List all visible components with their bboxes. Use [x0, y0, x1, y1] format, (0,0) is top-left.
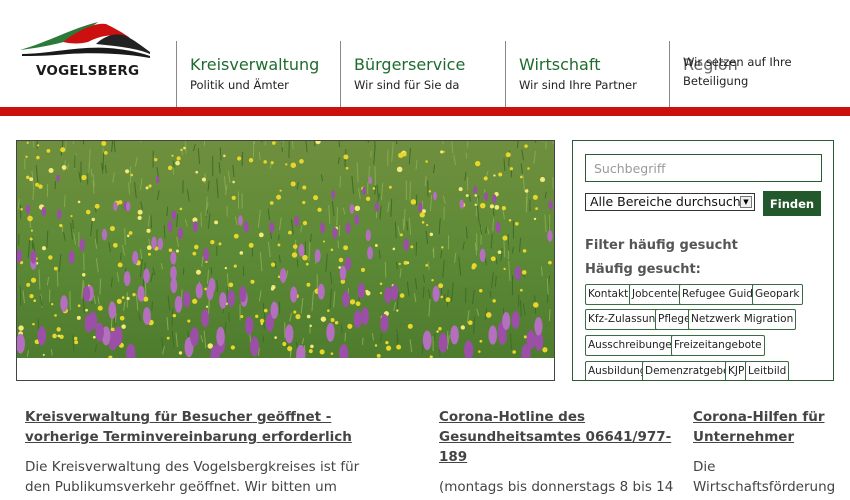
header-divider-bar — [0, 107, 850, 116]
search-panel: Alle Bereiche durchsuche ▼ Finden Filter… — [572, 140, 834, 381]
vogelsberg-logo[interactable]: VOGELSBERG — [18, 20, 153, 82]
nav-subtitle: Wir sind für Sie da — [354, 78, 460, 92]
find-button[interactable]: Finden — [763, 191, 821, 216]
tag-geopark[interactable]: Geopark — [752, 284, 803, 305]
news-item: Corona-Hotline des Gesundheitsamtes 0664… — [439, 407, 674, 500]
tag-demenzratgeber[interactable]: Demenzratgeber — [642, 361, 737, 380]
news-body: (montags bis donnerstags 8 bis 14 Uhr, f… — [439, 479, 674, 500]
nav-item-buergerservice[interactable]: Bürgerservice Wir sind für Sie da — [340, 41, 505, 107]
tag-refugee-guide[interactable]: Refugee Guide — [679, 284, 763, 305]
tag-freizeitangebote[interactable]: Freizeitangebote — [671, 335, 765, 356]
nav-item-kreisverwaltung[interactable]: Kreisverwaltung Politik und Ämter — [176, 41, 340, 107]
tag-leitbild[interactable]: Leitbild — [745, 361, 790, 380]
news-body: Die Wirtschaftsförderung — [693, 459, 836, 495]
nav-subtitle: Wir sind Ihre Partner — [519, 78, 637, 92]
tag-kontakt[interactable]: Kontakt — [585, 284, 632, 305]
site-header: VOGELSBERG Kreisverwaltung Politik und Ä… — [0, 0, 850, 108]
nav-title: Bürgerservice — [354, 55, 466, 74]
nav-item-region[interactable]: Region Wir setzen auf Ihre Beteiligung — [669, 41, 819, 107]
search-area-select[interactable]: Alle Bereiche durchsuche ▼ — [585, 193, 755, 211]
nav-subtitle: Politik und Ämter — [190, 78, 289, 92]
tag-netzwerk-migration[interactable]: Netzwerk Migration — [688, 309, 797, 330]
news-title-link[interactable]: Kreisverwaltung für Besucher geöffnet - … — [25, 407, 365, 447]
tag-kjp[interactable]: KJP — [725, 361, 748, 380]
frequent-heading: Häufig gesucht: — [585, 262, 701, 277]
news-item: Corona-Hilfen für Unternehmer Die Wirtsc… — [693, 407, 838, 497]
filter-heading: Filter häufig gesucht — [585, 238, 738, 253]
logo-wordmark: VOGELSBERG — [36, 63, 140, 79]
nav-title: Wirtschaft — [519, 55, 601, 74]
meadow-photo — [17, 141, 554, 358]
nav-title: Kreisverwaltung — [190, 55, 320, 74]
tag-ausbildung[interactable]: Ausbildung — [585, 361, 650, 380]
nav-subtitle: Wir setzen auf Ihre Beteiligung — [683, 55, 792, 88]
news-item: Kreisverwaltung für Besucher geöffnet - … — [25, 407, 365, 500]
nav-item-wirtschaft[interactable]: Wirtschaft Wir sind Ihre Partner — [505, 41, 669, 107]
mountain-logo-icon — [20, 22, 150, 58]
tag-kfz-zulassung[interactable]: Kfz-Zulassung — [585, 309, 665, 330]
search-input[interactable] — [585, 154, 822, 182]
tag-ausschreibungen[interactable]: Ausschreibungen — [585, 335, 682, 356]
select-value: Alle Bereiche durchsuche — [590, 194, 749, 209]
chevron-down-icon[interactable]: ▼ — [740, 196, 752, 208]
tag-jobcenter[interactable]: Jobcenter — [629, 284, 685, 305]
hero-image — [16, 140, 555, 381]
news-title-link[interactable]: Corona-Hilfen für Unternehmer — [693, 407, 838, 447]
news-body: Die Kreisverwaltung des Vogelsbergkreise… — [25, 459, 360, 500]
news-title-link[interactable]: Corona-Hotline des Gesundheitsamtes 0664… — [439, 407, 674, 467]
